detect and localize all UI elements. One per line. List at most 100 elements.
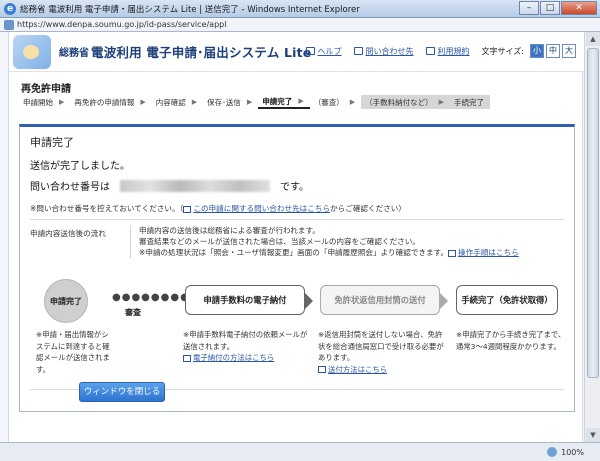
review-dots: ●●●●●●●● (112, 292, 190, 303)
arrow-right-icon: ▶ (191, 98, 198, 106)
flow-desc-line: 申請内容の送信後は総務省による審査が行われます。 (139, 226, 320, 235)
window-titlebar: e 総務省 電波利用 電子申請・届出システム Lite | 送信完了 - Win… (0, 0, 600, 18)
step-label: 内容確認 (155, 97, 186, 107)
terms-link-label: 利用規約 (437, 46, 470, 56)
inquiry-contact-link[interactable]: この申請に関する問い合わせ先はこちら (193, 204, 330, 213)
maximize-button[interactable]: □ (540, 0, 560, 15)
flow-label: 申請内容送信後の流れ (30, 229, 106, 238)
window-icon (425, 47, 435, 55)
step-label: （手数料納付など） (365, 97, 433, 107)
top-links: ヘルプ 問い合わせ先 利用規約 文字サイズ: 小 中 大 (305, 44, 576, 58)
window-icon (183, 354, 191, 362)
scroll-up-icon[interactable]: ▲ (586, 32, 600, 46)
step-label: 再免許の申請情報 (74, 97, 135, 107)
divider (30, 219, 564, 220)
window-icon (448, 249, 457, 257)
desc-text: ※申請手数料電子納付の依頼メールが送信されます。 (183, 330, 308, 351)
inquiry-prefix: 問い合わせ番号は (30, 182, 110, 193)
page-viewport: 総務省 電波利用 電子申請･届出システム Lite ヘルプ 問い合わせ先 利用規… (0, 32, 600, 442)
arrow-right-icon: ▶ (438, 98, 444, 106)
step-label: 申請完了 (262, 96, 293, 106)
site-header: 総務省 電波利用 電子申請･届出システム Lite ヘルプ 問い合わせ先 利用規… (9, 32, 584, 72)
status-bar: 100% (0, 442, 600, 461)
page-content: 総務省 電波利用 電子申請･届出システム Lite ヘルプ 問い合わせ先 利用規… (8, 32, 584, 442)
step-item: 内容確認 ▶ (152, 95, 203, 109)
flow-description: 申請内容の送信後は総務省による審査が行われます。 審査結果などのメールが送信され… (130, 225, 560, 258)
flow-desc-line: ※申請の処理状況は「照会・ユーザ情報変更」画面の「申請履歴照会」より確認できます… (139, 248, 449, 257)
flow-box-label: 手続完了（免許状取得） (461, 295, 553, 305)
progress-steps: 申請開始 ▶ 再免許の申請情報 ▶ 内容確認 ▶ 保存･送信 ▶ 申請完了 ▶ （審査） ▶… (19, 95, 577, 109)
address-bar[interactable]: https://www.denpa.soumu.go.jp/id-pass/se… (0, 18, 600, 32)
zoom-control[interactable]: 100% (547, 447, 584, 457)
sent-message: 送信が完了しました。 (30, 161, 130, 172)
step-label: 手続完了 (453, 97, 484, 107)
flow-box-label: 申請手数料の電子納付 (203, 295, 287, 305)
window-icon (318, 366, 326, 373)
contact-link[interactable]: 問い合わせ先 (353, 46, 414, 57)
terms-link[interactable]: 利用規約 (425, 46, 470, 57)
lock-icon (4, 19, 14, 30)
font-size-label: 文字サイズ: (481, 46, 524, 56)
flow-box-envelope: 免許状返信用封筒の送付 (320, 285, 448, 315)
ministry-label: 総務省 (59, 48, 89, 59)
step-label: （審査） (313, 97, 344, 107)
flow-desc-payment: ※申請手数料電子納付の依頼メールが送信されます。 電子納付の方法はこちら (183, 329, 311, 364)
panel-title: 申請完了 (30, 136, 74, 149)
scroll-down-icon[interactable]: ▼ (586, 428, 600, 442)
note-prefix: ※問い合わせ番号を控えておいてください。（ (30, 204, 184, 213)
font-size-small-button[interactable]: 小 (530, 44, 544, 58)
arrow-tip-icon (304, 292, 313, 310)
section-title: 再免許申請 (21, 84, 71, 95)
arrow-right-icon: ▶ (140, 98, 146, 106)
step-item: 申請開始 ▶ (19, 95, 70, 109)
step-label: 保存･送信 (207, 97, 241, 107)
arrow-right-icon: ▶ (59, 98, 65, 106)
window-controls: – □ ✕ (518, 0, 597, 17)
flow-desc-finish: ※申請完了から手続き完了まで、通常3〜4週間程度かかります。 (456, 330, 566, 351)
desc-text: ※返信用封筒を送付しない場合、免許状を総合通信局窓口で受け取る必要があります。 (318, 330, 444, 362)
arrow-right-icon: ▶ (349, 98, 356, 106)
inquiry-suffix: です。 (280, 182, 309, 193)
step-item-current: 申請完了 ▶ (258, 95, 310, 109)
flow-box-complete: 手続完了（免許状取得） (456, 285, 558, 315)
note-suffix: からご確認ください） (330, 204, 406, 213)
review-label: 審査 (125, 308, 141, 317)
close-window-button[interactable]: ✕ (561, 0, 597, 15)
help-link[interactable]: ヘルプ (305, 46, 342, 57)
inquiry-number-row: 問い合わせ番号は です。 (30, 178, 309, 193)
flow-box-label: 免許状返信用封筒の送付 (334, 295, 426, 305)
contact-link-label: 問い合わせ先 (365, 46, 414, 56)
window-icon (305, 47, 315, 55)
flow-desc-line: 審査結果などのメールが送信された場合は、当該メールの内容をご確認ください。 (139, 237, 420, 246)
shipping-method-link[interactable]: 送付方法はこちら (328, 365, 387, 374)
e-payment-method-link[interactable]: 電子納付の方法はこちら (193, 353, 274, 362)
window-icon (183, 205, 192, 213)
arrow-tip-icon (439, 292, 448, 310)
close-window-page-button[interactable]: ウィンドウを閉じる (79, 382, 165, 402)
ie-icon: e (4, 2, 16, 15)
step-item: （審査） ▶ (310, 95, 361, 109)
zoom-level: 100% (561, 447, 584, 457)
font-size-medium-button[interactable]: 中 (546, 44, 560, 58)
step-item: 保存･送信 ▶ (203, 95, 258, 109)
minimize-button[interactable]: – (519, 0, 539, 15)
step-item: 手続完了 (449, 95, 490, 109)
globe-icon (547, 447, 558, 457)
font-size-large-button[interactable]: 大 (562, 44, 576, 58)
vertical-scrollbar[interactable]: ▲ ▼ (584, 32, 600, 442)
flow-desc-complete: ※申請・届出情報がシステムに到達すると確認メールが送信されます。 (36, 330, 110, 374)
arrow-right-icon: ▶ (246, 98, 253, 106)
mascot-logo-icon (13, 35, 51, 69)
step-item: （手数料納付など） ▶ (361, 95, 450, 109)
flow-desc-envelope: ※返信用封筒を送付しない場合、免許状を総合通信局窓口で受け取る必要があります。 … (318, 329, 448, 375)
operation-guide-link[interactable]: 操作手順はこちら (458, 248, 519, 257)
arrow-right-icon: ▶ (298, 97, 304, 105)
window-icon (353, 47, 363, 55)
inquiry-number-redacted (120, 179, 270, 192)
help-link-label: ヘルプ (317, 46, 342, 56)
window-title: 総務省 電波利用 電子申請・届出システム Lite | 送信完了 - Windo… (20, 4, 360, 15)
scroll-thumb[interactable] (587, 48, 599, 378)
flow-box-payment: 申請手数料の電子納付 (185, 285, 313, 315)
step-label: 申請開始 (23, 97, 53, 107)
url-text[interactable]: https://www.denpa.soumu.go.jp/id-pass/se… (17, 20, 226, 29)
